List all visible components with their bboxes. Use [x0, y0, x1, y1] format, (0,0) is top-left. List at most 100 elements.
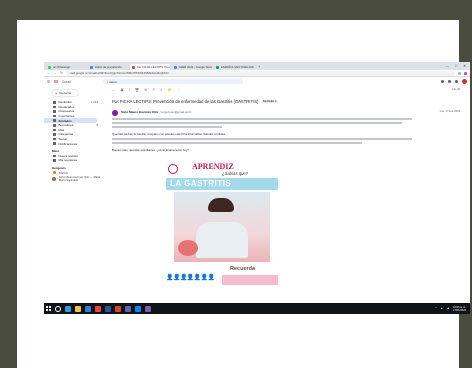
minimize-icon[interactable]: — [445, 64, 449, 68]
clock[interactable]: 10:05 a. m. 17/01/2023 [453, 306, 466, 312]
tab-label: Diario de preparación [95, 65, 122, 69]
tab-favicon-icon [48, 65, 51, 69]
body-line [112, 121, 402, 124]
mark-unread-icon[interactable]: ✉ [144, 88, 147, 92]
move-to-icon[interactable]: 📁 [168, 88, 172, 92]
sidebar-item[interactable]: Notificaciones [44, 141, 104, 146]
pager: 1 de 39 [451, 88, 460, 91]
poster-footer [222, 275, 278, 285]
sidebar-item-label: Importantes [58, 114, 75, 119]
trash-icon[interactable]: 🗑 [135, 88, 139, 92]
poster-banner: LA GASTRITIS [166, 178, 278, 190]
sender-avatar [112, 110, 118, 116]
gmail-logo-icon[interactable]: M [54, 79, 58, 84]
body-line [112, 125, 222, 128]
forward-icon[interactable]: → [54, 71, 58, 75]
folder-icon [53, 114, 56, 118]
taskbar-search-icon[interactable] [55, 305, 61, 312]
new-tab-button[interactable]: + [258, 64, 260, 69]
url-field[interactable]: mail.google.com/mail/u/0/#inbox/QgrcJHrn… [65, 70, 455, 76]
help-icon[interactable] [441, 80, 444, 83]
sidebar-item-label: Notificaciones [58, 141, 78, 146]
network-icon[interactable]: ▲ [440, 307, 443, 310]
back-arrow-icon[interactable]: ← [112, 88, 116, 92]
sidebar-item-label: Pospuestos [58, 109, 75, 114]
add-task-icon[interactable]: ✓ [160, 88, 163, 92]
snooze-icon[interactable]: ⏱ [152, 88, 155, 92]
word-icon[interactable] [105, 305, 111, 312]
account-avatar[interactable] [462, 79, 467, 84]
teams-icon[interactable] [125, 305, 131, 312]
settings-icon[interactable] [448, 80, 451, 83]
folder-icon [53, 110, 56, 113]
apps-icon[interactable] [455, 80, 458, 83]
sidebar-item-count: 1.244 [90, 100, 98, 105]
tab-favicon-icon [216, 65, 219, 69]
meet-item-label: Mis reuniones [58, 158, 78, 163]
tab-label: Fw: FICHA LECTIPS: Preven [137, 65, 170, 69]
powerpoint-icon[interactable] [115, 305, 121, 312]
address-bar: ← → ↻ mail.google.com/mail/u/0/#inbox/Qg… [44, 70, 470, 77]
photos-icon[interactable] [135, 305, 141, 312]
email-intro: Queridos padres de familia, comparto con… [112, 131, 227, 136]
tab-label: LEER 2023 - Google Docs [179, 65, 212, 69]
spam-icon[interactable]: ! [129, 88, 130, 92]
system-tray: ^ ▲ ◀ 10:05 a. m. 17/01/2023 [435, 306, 470, 312]
person-shirt [196, 222, 248, 258]
plus-icon: + [55, 90, 58, 96]
status-dot-icon [53, 171, 56, 175]
attached-poster-image[interactable]: APRENDIZ ¿Sabías que? LA GASTRITIS Recue… [166, 162, 278, 310]
poster-banner-text: LA GASTRITIS [170, 179, 232, 188]
back-icon[interactable]: ← [47, 71, 51, 75]
folder-icon [53, 119, 56, 122]
folder-icon [53, 128, 56, 132]
edge-icon[interactable] [65, 305, 71, 312]
chat-contact[interactable]: Sixto Mauro Guzmán Ortiz — Maria María S… [44, 175, 104, 183]
gmail-brand: Gmail [61, 79, 71, 84]
compose-button[interactable]: + Redactar [52, 90, 78, 96]
search-input[interactable]: ⌕ saluid [102, 79, 243, 84]
meet-item-label: Nueva reunión [58, 153, 79, 158]
folder-icon [53, 142, 56, 145]
sidebar: + Redactar Recibidos 1.244 Destacados Pospu… [44, 87, 104, 307]
poster-subtitle: ¿Sabías que? [222, 171, 249, 176]
header-actions [441, 79, 467, 84]
maximize-icon[interactable]: □ [455, 64, 457, 68]
folder-icon [53, 133, 56, 136]
reload-icon[interactable]: ↻ [60, 71, 63, 75]
folder-icon [53, 124, 56, 127]
chat-label: Karina [59, 170, 68, 175]
sender-name[interactable]: Sixto Mauro Guzmán Ortiz [121, 110, 159, 114]
meet-item[interactable]: Mis reuniones [44, 158, 104, 163]
tab-favicon-icon [174, 65, 177, 69]
sidebar-item-label: Borradores [58, 123, 74, 128]
tab-bar: (2) WhatsApp Diario de preparación Fw: FIC… [44, 62, 470, 70]
volume-icon[interactable]: ◀ [447, 307, 449, 310]
archive-icon[interactable]: ▣ [121, 88, 124, 92]
folder-chip[interactable]: Recibidos × [261, 100, 279, 103]
windows-start-icon[interactable] [46, 306, 51, 311]
app-icon[interactable] [145, 305, 151, 312]
sidebar-item-label: Categorías [58, 132, 74, 137]
chevron-up-icon[interactable]: ^ [435, 307, 436, 310]
sender-address: <smguzman@gmail.com> [159, 110, 192, 114]
menu-icon[interactable]: ☰ [47, 80, 50, 84]
profile-icon[interactable] [464, 71, 467, 75]
folder-icon [53, 105, 56, 109]
video-icon [53, 159, 56, 162]
chrome-icon[interactable] [95, 305, 101, 312]
store-icon[interactable] [85, 305, 91, 312]
sender-row: Sixto Mauro Guzmán Ortiz <smguzman@gmail… [112, 110, 466, 116]
contact-name: Sixto Mauro Guzmán Ortiz — Maria María S… [59, 175, 101, 182]
close-icon[interactable]: ✕ [463, 64, 466, 68]
more-icon[interactable]: ⋮ [177, 88, 181, 92]
email-greeting: Buenos días, queridos estudiantes, ¿cómo… [112, 147, 189, 152]
extension-icon[interactable] [458, 71, 461, 75]
stomach-illustration [178, 240, 198, 256]
sidebar-item-label: Recibidos [58, 100, 72, 105]
tab-label: ESPAÑOL/LECTURA 2023 - EJ [221, 65, 254, 69]
video-icon [53, 154, 56, 158]
email-toolbar: ← ▣! 🗑 ✉ ⏱ ✓ 📁 ⋮ 1 de 39 [106, 87, 466, 92]
sidebar-item-label: Más [58, 127, 65, 132]
file-explorer-icon[interactable] [75, 305, 81, 312]
